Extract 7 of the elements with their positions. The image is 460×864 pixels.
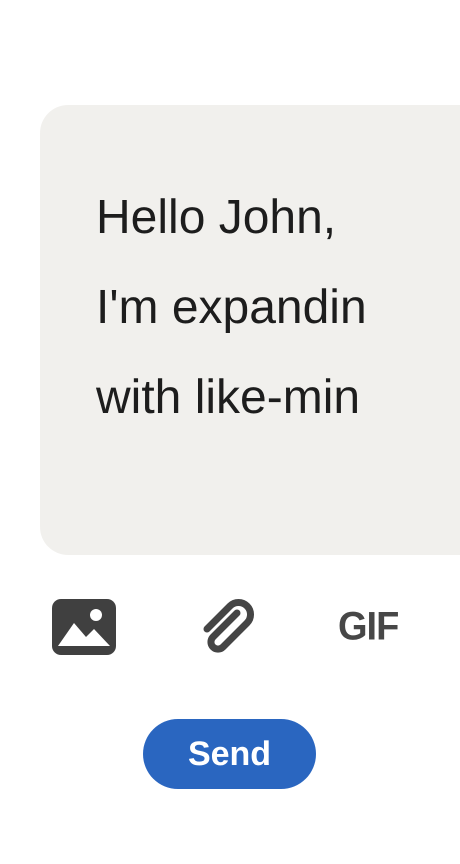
- send-button[interactable]: Send: [143, 719, 316, 789]
- message-text: Hello John,: [96, 190, 336, 246]
- message-text: with like-min: [96, 370, 360, 426]
- message-field[interactable]: Hello John, I'm expandin with like-min: [40, 105, 460, 555]
- image-icon[interactable]: [52, 599, 116, 655]
- gif-button[interactable]: GIF: [338, 604, 398, 650]
- message-text: I'm expandin: [96, 280, 367, 336]
